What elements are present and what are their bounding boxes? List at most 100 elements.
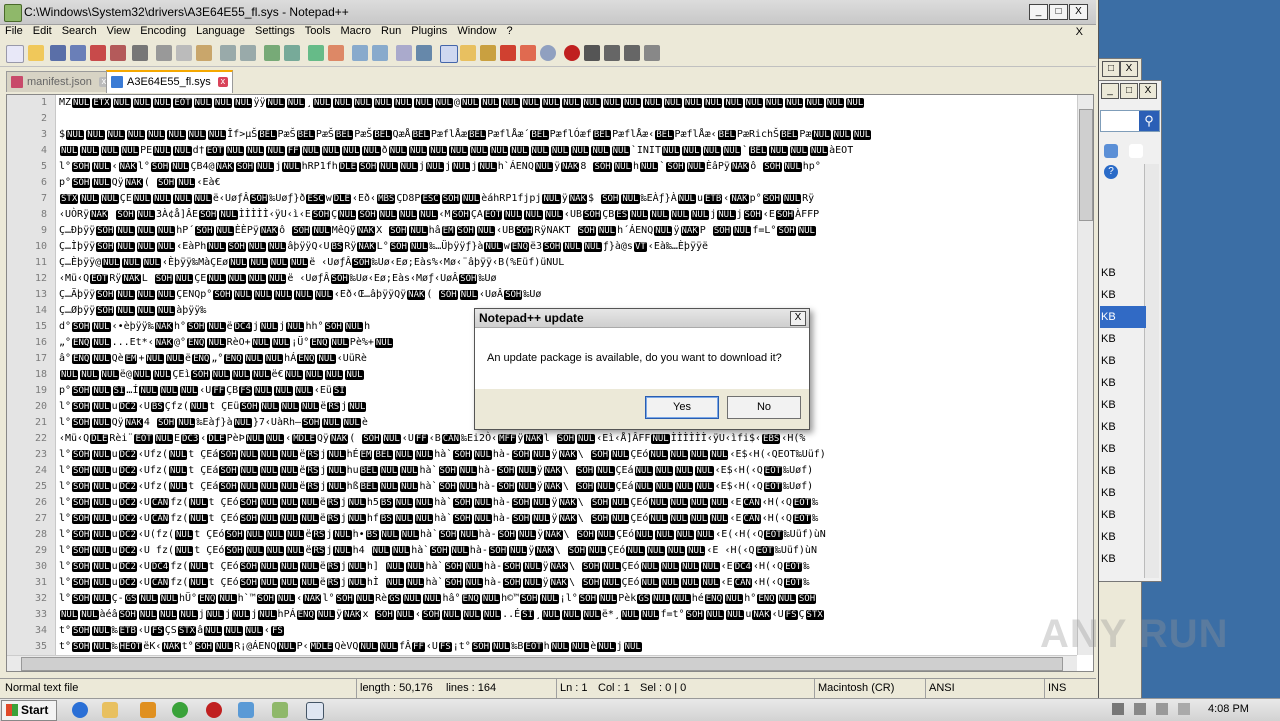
notepadpp-taskbar-icon[interactable] <box>272 702 288 718</box>
media-player-icon[interactable] <box>140 702 156 718</box>
minimize-button[interactable]: _ <box>1029 4 1048 20</box>
editor-line[interactable]: 5 l° SOH NUL ‹ NAK l° SOH NUL ÇB4@ NAK SOH NUL j NUL hR… <box>7 159 1075 175</box>
play-macro-icon[interactable] <box>604 45 620 61</box>
indent-guide-icon[interactable] <box>440 45 458 63</box>
menu-item-encoding[interactable]: Encoding <box>135 24 191 37</box>
bg-window-close-button[interactable]: X <box>1120 61 1138 77</box>
editor-line[interactable]: 12 ‹Mü‹Q EOT Rÿ NAK L SOH NUL ÇE NUL NUL NUL NUL ë ‹… <box>7 271 1075 287</box>
editor-line[interactable]: 30 l° SOH NUL u DC2 ‹U DC4 fz(NUL t ÇEó SOH NUL NUL N… <box>7 559 1075 575</box>
editor-line[interactable]: 8 ‹UÒRÿ NAK SOH NUL 3À¢å]ÂE SOH NUL ÌÌÌÌÌ‹ÿU‹ì‹… <box>7 207 1075 223</box>
ie-icon[interactable] <box>72 702 88 718</box>
editor-line[interactable]: 34 t° SOH NUL ‰ ETB ‹U FS ÇS STX â NUL NUL NUL ‹ FS <box>7 623 1075 639</box>
help-icon[interactable]: ? <box>1104 165 1118 179</box>
vertical-scroll-thumb[interactable] <box>1079 109 1093 221</box>
find-icon[interactable] <box>264 45 280 61</box>
chrome-icon[interactable] <box>172 702 188 718</box>
menu-item-help[interactable]: ? <box>501 24 517 37</box>
tab-close-icon[interactable]: x <box>217 77 228 88</box>
bg-list-item[interactable]: KB <box>1100 328 1146 350</box>
bg-window-minimize-button[interactable]: _ <box>1101 83 1119 99</box>
sync-vertical-icon[interactable] <box>352 45 368 61</box>
record-macro-icon[interactable] <box>564 45 580 61</box>
bg-search-box[interactable]: ⚲ <box>1100 110 1160 132</box>
replace-icon[interactable] <box>284 45 300 61</box>
editor-line[interactable]: 28 l° SOH NUL u DC2 ‹U(fz(NUL t ÇEó SOH NUL NUL NUL… <box>7 527 1075 543</box>
editor-line[interactable]: 13 Ç…Äþÿÿ SOH NUL NUL NUL ÇENQp° SOH NUL NUL NUL NU… <box>7 287 1075 303</box>
editor-line[interactable]: 4 NUL NUL NUL NUL PE NUL NUL d† EOT NUL NUL NUL FF NUL… <box>7 143 1075 159</box>
dialog-close-button[interactable]: X <box>790 311 806 326</box>
bg-list-item[interactable]: KB <box>1100 460 1146 482</box>
new-file-icon[interactable] <box>6 45 24 63</box>
editor-line[interactable]: 10 Ç…Ìþÿÿ SOH NUL NUL NUL ‹EàPh NUL SOH NUL NUL âþÿ… <box>7 239 1075 255</box>
folder-workspace-icon[interactable] <box>520 45 536 61</box>
vertical-scrollbar[interactable] <box>1077 95 1093 655</box>
action-center-icon[interactable] <box>1134 703 1146 715</box>
save-macro-icon[interactable] <box>644 45 660 61</box>
bg-list-item[interactable]: KB <box>1100 306 1146 328</box>
open-file-icon[interactable] <box>28 45 44 61</box>
menu-item-macro[interactable]: Macro <box>335 24 376 37</box>
bg-list-item[interactable]: KB <box>1100 350 1146 372</box>
tab-a3e64e55-sys[interactable]: A3E64E55_fl.sys x <box>106 70 233 93</box>
editor-line[interactable]: 24 l° SOH NUL u DC2 ‹Ufz(NUL t ÇEá SOH NUL NUL NUL ë… <box>7 463 1075 479</box>
menu-item-tools[interactable]: Tools <box>300 24 336 37</box>
copy-icon[interactable] <box>176 45 192 61</box>
search-icon[interactable]: ⚲ <box>1139 111 1159 131</box>
yes-button[interactable]: Yes <box>645 396 719 419</box>
network-icon[interactable] <box>238 702 254 718</box>
editor-line[interactable]: 6 p° SOH NUL Qÿ NAK( SOH NUL ‹Eà€ <box>7 175 1075 191</box>
function-list-icon[interactable] <box>500 45 516 61</box>
editor-line[interactable]: 26 l° SOH NUL u DC2 ‹U CAN fz(NUL t ÇEó SOH NUL NUL N… <box>7 495 1075 511</box>
cut-icon[interactable] <box>156 45 172 61</box>
udl-icon[interactable] <box>460 45 476 61</box>
close-all-icon[interactable] <box>110 45 126 61</box>
show-all-chars-icon[interactable] <box>416 45 432 61</box>
horizontal-scroll-thumb[interactable] <box>21 657 1063 671</box>
editor-line[interactable]: 3 $ NUL NUL NUL NUL NUL NUL NUL NUL Îf>µŠ BEL PæŠ BEL… <box>7 127 1075 143</box>
view-icon[interactable] <box>1104 144 1118 158</box>
print-icon[interactable] <box>132 45 148 61</box>
editor-line[interactable]: 9 Ç…Ðþÿÿ SOH NUL NUL NUL hP´ SOH NUL ÈÈPÿ NAK ô SOH… <box>7 223 1075 239</box>
editor-line[interactable]: 35 t° SOH NUL ‰ HEOT ëK‹ NAK t° SOH NUL R¡@ÁENQ NUL P… <box>7 639 1075 655</box>
editor-line[interactable]: 29 l° SOH NUL u DC2 ‹U fz(NUL t ÇEó SOH NUL NUL NUL… <box>7 543 1075 559</box>
bg-window-maximize-button-2[interactable]: □ <box>1120 83 1138 99</box>
paste-icon[interactable] <box>196 45 212 61</box>
show-hidden-icons-icon[interactable] <box>1112 703 1124 715</box>
sync-horizontal-icon[interactable] <box>372 45 388 61</box>
editor-line[interactable]: 11 Ç…Èþÿÿ@ NUL NUL NUL ‹Èþÿÿ‰MàÇEø NUL NUL NUL NU… <box>7 255 1075 271</box>
menu-item-edit[interactable]: Edit <box>28 24 57 37</box>
redo-icon[interactable] <box>240 45 256 61</box>
volume-icon[interactable] <box>1156 703 1168 715</box>
maximize-button[interactable]: □ <box>1049 4 1068 20</box>
editor-line[interactable]: 27 l° SOH NUL u DC2 ‹U CAN fz(NUL t ÇEó SOH NUL NUL N… <box>7 511 1075 527</box>
menu-item-run[interactable]: Run <box>376 24 406 37</box>
tab-manifest-json[interactable]: manifest.json x <box>6 71 114 92</box>
bg-list-item[interactable]: KB <box>1100 416 1146 438</box>
run-macro-multiple-icon[interactable] <box>624 45 640 61</box>
start-button[interactable]: Start <box>1 700 57 721</box>
editor-line[interactable]: 23 l° SOH NUL u DC2 ‹Ufz(NUL t ÇEá SOH NUL NUL NUL ë… <box>7 447 1075 463</box>
menu-item-language[interactable]: Language <box>191 24 250 37</box>
opera-icon[interactable] <box>206 702 222 718</box>
menu-item-plugins[interactable]: Plugins <box>406 24 452 37</box>
editor-line[interactable]: 1 MZ NUL ETX NUL NUL NUL EOT NUL NUL NUL ÿÿ NUL NUL ¸ N… <box>7 95 1075 111</box>
horizontal-scrollbar[interactable] <box>7 655 1077 671</box>
no-button[interactable]: No <box>727 396 801 419</box>
editor-line[interactable]: 25 l° SOH NUL u DC2 ‹Ufz(NUL t ÇEá SOH NUL NUL NUL ë… <box>7 479 1075 495</box>
bg-window-maximize-button[interactable]: □ <box>1102 61 1120 77</box>
bg-list-item[interactable]: KB <box>1100 504 1146 526</box>
update-dialog-taskbar-icon[interactable] <box>306 702 324 720</box>
bg-list-item[interactable]: KB <box>1100 372 1146 394</box>
save-all-icon[interactable] <box>70 45 86 61</box>
zoom-out-icon[interactable] <box>328 45 344 61</box>
editor-line[interactable]: 22 ‹Mü‹Q DLE Rèi¨ EOT NUL E DC3 ‹ DLE PèÞ NUL NUL ‹ MD… <box>7 431 1075 447</box>
network-status-icon[interactable] <box>1178 703 1190 715</box>
bg-list-item[interactable]: KB <box>1100 438 1146 460</box>
editor-line[interactable]: 33 NUL NUL àéâ SOH NUL NUL NUL j NUL j NUL j NUL hPÁ EN… <box>7 607 1075 623</box>
menu-item-search[interactable]: Search <box>57 24 102 37</box>
zoom-in-icon[interactable] <box>308 45 324 61</box>
save-icon[interactable] <box>50 45 66 61</box>
bg-scrollbar[interactable] <box>1144 164 1159 578</box>
menu-close-doc-button[interactable]: X <box>1071 25 1088 38</box>
close-file-icon[interactable] <box>90 45 106 61</box>
